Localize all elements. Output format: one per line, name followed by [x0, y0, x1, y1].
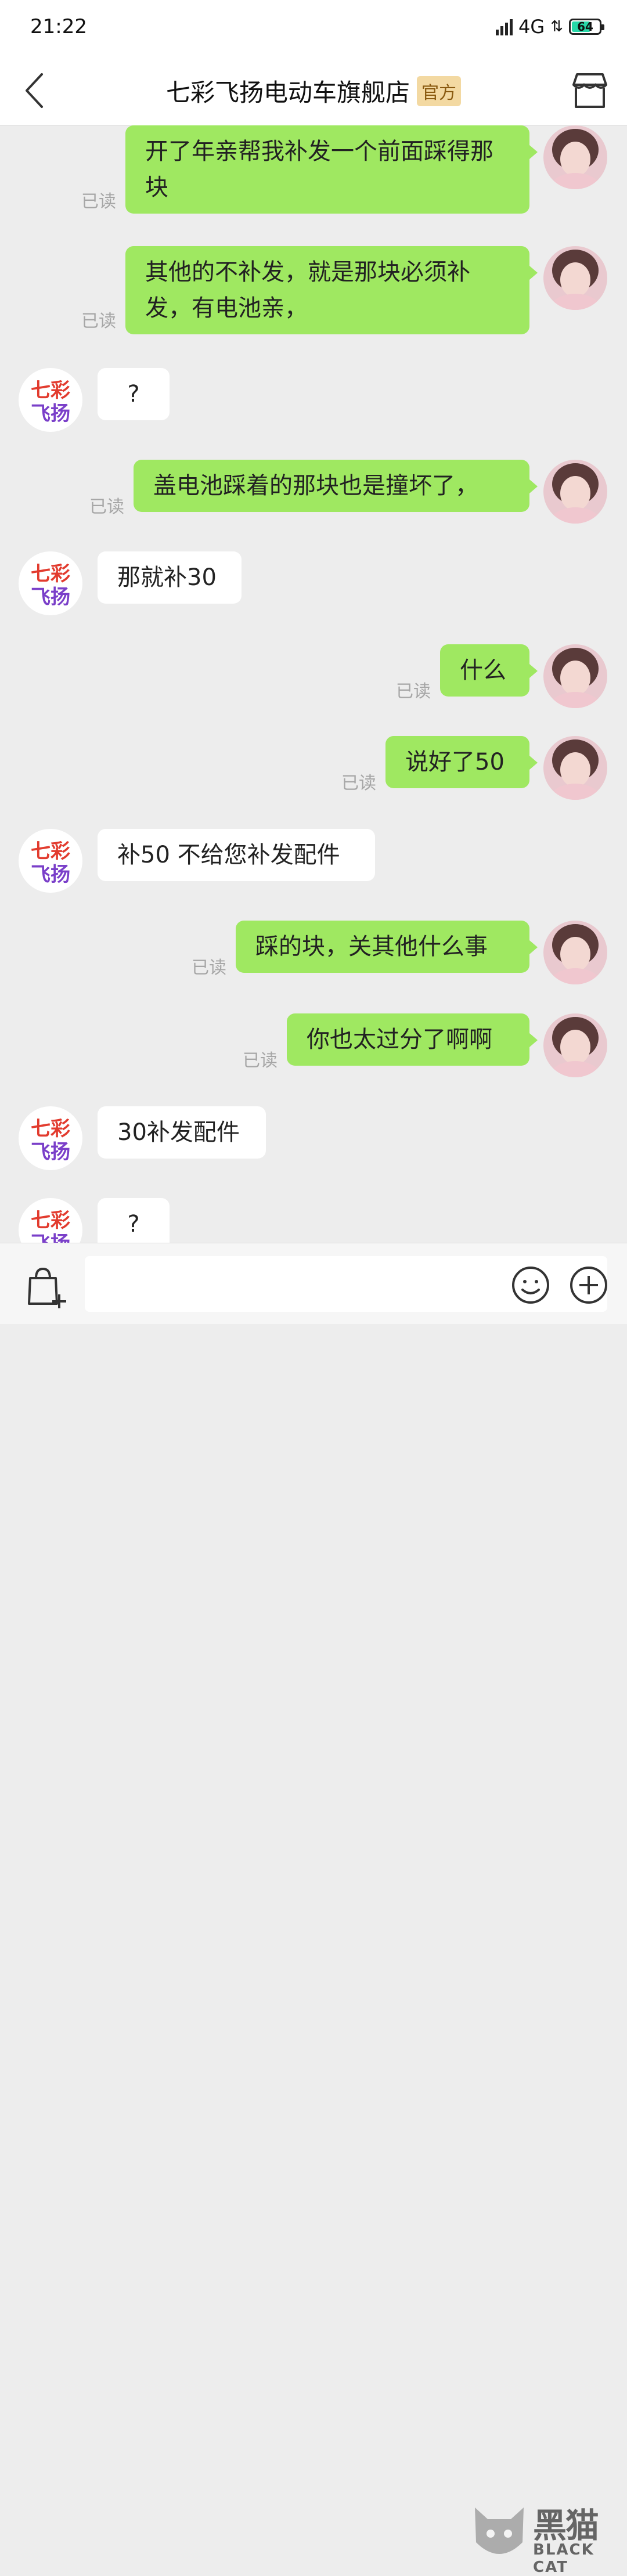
- store-icon: [572, 73, 607, 108]
- read-receipt: 已读: [81, 311, 116, 331]
- shop-logo-top: 七彩: [31, 1117, 70, 1141]
- watermark-en: BLACK CAT: [533, 2541, 594, 2576]
- shop-avatar[interactable]: 七彩 飞扬: [19, 551, 82, 615]
- signal-icon: [496, 18, 513, 35]
- shop-logo-top: 七彩: [31, 840, 70, 863]
- chat-header: 七彩飞扬电动车旗舰店 官方: [0, 56, 627, 126]
- shop-logo-bottom: 飞扬: [31, 402, 70, 425]
- user-avatar[interactable]: [543, 125, 607, 189]
- shop-logo-bottom: 飞扬: [31, 586, 70, 609]
- incoming-message[interactable]: ?: [98, 368, 170, 420]
- user-avatar[interactable]: [543, 736, 607, 800]
- shop-logo-bottom: 飞扬: [31, 1141, 70, 1164]
- status-bar: 21:22 4G ⇅ 64: [0, 0, 627, 56]
- read-receipt: 已读: [81, 192, 116, 212]
- read-receipt: 已读: [89, 497, 124, 517]
- shop-avatar[interactable]: 七彩 飞扬: [19, 829, 82, 893]
- plus-circle-icon: [570, 1267, 607, 1304]
- watermark-cn: 黑猫: [533, 2506, 599, 2545]
- battery-level: 64: [577, 20, 593, 34]
- official-badge: 官方: [417, 75, 461, 106]
- outgoing-message[interactable]: 盖电池踩着的那块也是撞坏了，: [134, 460, 538, 512]
- shop-avatar[interactable]: 七彩 飞扬: [19, 368, 82, 432]
- status-time: 21:22: [30, 15, 87, 38]
- shop-logo-bottom: 飞扬: [31, 1232, 70, 1243]
- read-receipt: 已读: [396, 681, 431, 702]
- incoming-message[interactable]: 30补发配件: [98, 1106, 266, 1159]
- status-indicators: 4G ⇅ 64: [496, 15, 604, 38]
- incoming-message[interactable]: ?: [98, 1198, 170, 1243]
- user-avatar[interactable]: [543, 644, 607, 708]
- outgoing-message[interactable]: 开了年亲帮我补发一个前面踩得那块: [125, 125, 538, 214]
- outgoing-message[interactable]: 说好了50: [385, 736, 538, 788]
- input-bar: 黑猫 BLACK CAT: [0, 1243, 627, 2576]
- read-receipt: 已读: [192, 958, 226, 978]
- outgoing-message[interactable]: 其他的不补发，就是那块必须补发，有电池亲，: [125, 246, 538, 334]
- data-arrows-icon: ⇅: [550, 18, 563, 35]
- cat-logo-icon: [475, 2508, 524, 2554]
- emoji-button[interactable]: [510, 1264, 552, 1306]
- smile-icon: [512, 1267, 549, 1304]
- user-avatar[interactable]: [543, 1013, 607, 1077]
- read-receipt: 已读: [243, 1051, 278, 1071]
- add-attachment-button[interactable]: [568, 1264, 610, 1306]
- outgoing-message[interactable]: 踩的块，关其他什么事: [236, 921, 538, 973]
- incoming-message[interactable]: 那就补30: [98, 551, 242, 604]
- shop-logo-bottom: 飞扬: [31, 863, 70, 886]
- shop-avatar[interactable]: 七彩 飞扬: [19, 1198, 82, 1243]
- shop-logo-top: 七彩: [31, 562, 70, 586]
- shopping-bag-button[interactable]: [23, 1264, 70, 1311]
- user-avatar[interactable]: [543, 246, 607, 310]
- shop-title[interactable]: 七彩飞扬电动车旗舰店: [166, 73, 410, 109]
- shop-logo-top: 七彩: [31, 1209, 70, 1232]
- user-avatar[interactable]: [543, 460, 607, 524]
- read-receipt: 已读: [341, 773, 376, 793]
- store-button[interactable]: [568, 68, 612, 113]
- user-avatar[interactable]: [543, 921, 607, 984]
- battery-icon: 64: [569, 19, 604, 35]
- network-type: 4G: [518, 16, 545, 38]
- chat-list[interactable]: 已读 开了年亲帮我补发一个前面踩得那块 已读 其他的不补发，就是那块必须补发，有…: [0, 125, 627, 1243]
- shopping-bag-icon: [28, 1267, 66, 1308]
- outgoing-message[interactable]: 你也太过分了啊啊: [287, 1013, 538, 1066]
- outgoing-message[interactable]: 什么: [440, 644, 538, 697]
- shop-logo-top: 七彩: [31, 379, 70, 402]
- blackcat-watermark: 黑猫 BLACK CAT: [470, 2502, 627, 2576]
- shop-avatar[interactable]: 七彩 飞扬: [19, 1106, 82, 1170]
- incoming-message[interactable]: 补50 不给您补发配件: [98, 829, 375, 881]
